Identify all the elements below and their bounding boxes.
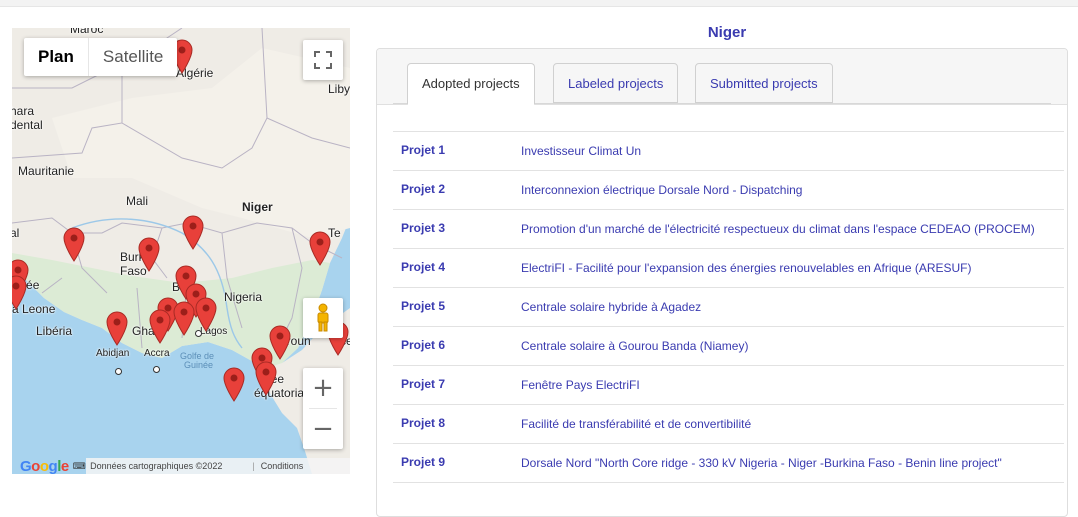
fullscreen-button[interactable] (303, 40, 343, 80)
project-name-cell: Centrale solaire à Gourou Banda (Niamey) (521, 327, 1064, 366)
project-row: Projet 8 Facilité de transférabilité et d… (393, 404, 1064, 444)
zoom-control: + − (303, 368, 343, 449)
project-name-cell: Facilité de transférabilité et de conver… (521, 405, 1064, 444)
project-link[interactable]: Investisseur Climat Un (521, 144, 641, 158)
project-name-cell: Dorsale Nord "North Core ridge - 330 kV … (521, 444, 1064, 483)
project-id: Projet 8 (401, 416, 446, 430)
map-type-control: Plan Satellite (24, 38, 178, 76)
project-id: Projet 6 (401, 338, 446, 352)
map-marker-icon[interactable] (105, 310, 129, 346)
map-credits: Données cartographiques ©2022 Google | C… (86, 458, 350, 474)
map-marker-icon[interactable] (172, 300, 196, 336)
map-marker-icon[interactable] (12, 274, 28, 310)
project-link[interactable]: Promotion d'un marché de l'électricité r… (521, 222, 1035, 236)
map-attribution-bar: Google ⌨ Données cartographiques ©2022 G… (12, 458, 350, 474)
project-id: Projet 9 (401, 455, 446, 469)
project-link[interactable]: Fenêtre Pays ElectriFI (521, 378, 640, 392)
project-row: Projet 1 Investisseur Climat Un (393, 131, 1064, 171)
project-row: Projet 7 Fenêtre Pays ElectriFI (393, 365, 1064, 405)
project-link[interactable]: ElectriFI - Facilité pour l'expansion de… (521, 261, 972, 275)
map-view[interactable]: Maroc Algérie Liby hara dental Mauritani… (12, 28, 350, 474)
map-type-plan[interactable]: Plan (24, 38, 88, 76)
map-label-libya: Liby (328, 82, 350, 96)
map-label-niger: Niger (242, 200, 273, 214)
map-label-gulf2: Guinée (184, 360, 214, 370)
map-label-accra: Accra (144, 348, 170, 359)
project-row: Projet 4 ElectriFI - Facilité pour l'expa… (393, 248, 1064, 288)
street-view-pegman-button[interactable] (303, 298, 343, 338)
city-dot-accra (153, 366, 160, 373)
map-label-occidental: dental (12, 118, 43, 132)
map-marker-icon[interactable] (308, 230, 332, 266)
project-row: Projet 9 Dorsale Nord "North Core ridge -… (393, 443, 1064, 483)
projects-table: Projet 1 Investisseur Climat Un Projet 2 In… (393, 131, 1064, 483)
map-label-al: al (12, 226, 20, 240)
tab-submitted-projects[interactable]: Submitted projects (695, 63, 833, 103)
map-label-mali: Mali (126, 194, 149, 208)
project-link[interactable]: Centrale solaire à Gourou Banda (Niamey) (521, 339, 748, 353)
project-row: Projet 3 Promotion d'un marché de l'élect… (393, 209, 1064, 249)
projects-panel: Adopted projects Labeled projects Submit… (376, 48, 1068, 517)
project-id: Projet 7 (401, 377, 446, 391)
map-label-sahara: hara (12, 104, 35, 118)
fullscreen-icon (314, 51, 332, 69)
map-marker-icon[interactable] (148, 308, 172, 344)
zoom-in-button[interactable]: + (303, 368, 343, 408)
project-id: Projet 1 (401, 143, 446, 157)
map-marker-icon[interactable] (181, 214, 205, 250)
project-link[interactable]: Interconnexion électrique Dorsale Nord -… (521, 183, 802, 197)
map-data-credit: Données cartographiques ©2022 Google (90, 461, 223, 471)
map-marker-icon[interactable] (137, 236, 161, 272)
project-row: Projet 6 Centrale solaire à Gourou Banda … (393, 326, 1064, 366)
tabs-header: Adopted projects Labeled projects Submit… (377, 49, 1067, 105)
google-logo: Google (20, 457, 69, 475)
project-id: Projet 5 (401, 299, 446, 313)
zoom-out-button[interactable]: − (303, 409, 343, 449)
project-name-cell: Interconnexion électrique Dorsale Nord -… (521, 171, 1064, 210)
project-id: Projet 2 (401, 182, 446, 196)
project-name-cell: Fenêtre Pays ElectriFI (521, 366, 1064, 405)
map-marker-icon[interactable] (194, 296, 218, 332)
city-dot-abidjan (115, 368, 122, 375)
project-name-cell: Promotion d'un marché de l'électricité r… (521, 210, 1064, 249)
project-link[interactable]: Dorsale Nord "North Core ridge - 330 kV … (521, 456, 1002, 470)
keyboard-shortcuts-icon[interactable]: ⌨ (73, 461, 86, 471)
map-marker-icon[interactable] (222, 366, 246, 402)
project-id: Projet 4 (401, 260, 446, 274)
map-label-liberia: Libéria (36, 324, 73, 338)
map-label-abidjan: Abidjan (96, 348, 130, 359)
project-id: Projet 3 (401, 221, 446, 235)
map-label-morocco: Maroc (70, 28, 104, 36)
top-divider (0, 0, 1078, 7)
project-name-cell: ElectriFI - Facilité pour l'expansion de… (521, 249, 1064, 288)
pegman-icon (317, 303, 329, 332)
map-marker-icon[interactable] (254, 360, 278, 396)
map-marker-icon[interactable] (62, 226, 86, 262)
map-label-mauritania: Mauritanie (18, 164, 75, 178)
map-label-nigeria: Nigeria (224, 290, 263, 304)
credits-separator: | (252, 461, 255, 471)
tab-adopted-projects[interactable]: Adopted projects (407, 63, 535, 105)
project-link[interactable]: Centrale solaire hybride à Agadez (521, 300, 701, 314)
project-name-cell: Centrale solaire hybride à Agadez (521, 288, 1064, 327)
terms-link[interactable]: Conditions d'utilisation (261, 458, 346, 474)
project-row: Projet 2 Interconnexion électrique Dorsal… (393, 170, 1064, 210)
project-name-cell: Investisseur Climat Un (521, 132, 1064, 171)
project-link[interactable]: Facilité de transférabilité et de conver… (521, 417, 751, 431)
project-row: Projet 5 Centrale solaire hybride à Agade… (393, 287, 1064, 327)
map-type-satellite[interactable]: Satellite (89, 38, 177, 76)
tab-labeled-projects[interactable]: Labeled projects (553, 63, 679, 103)
country-title: Niger (707, 24, 747, 41)
